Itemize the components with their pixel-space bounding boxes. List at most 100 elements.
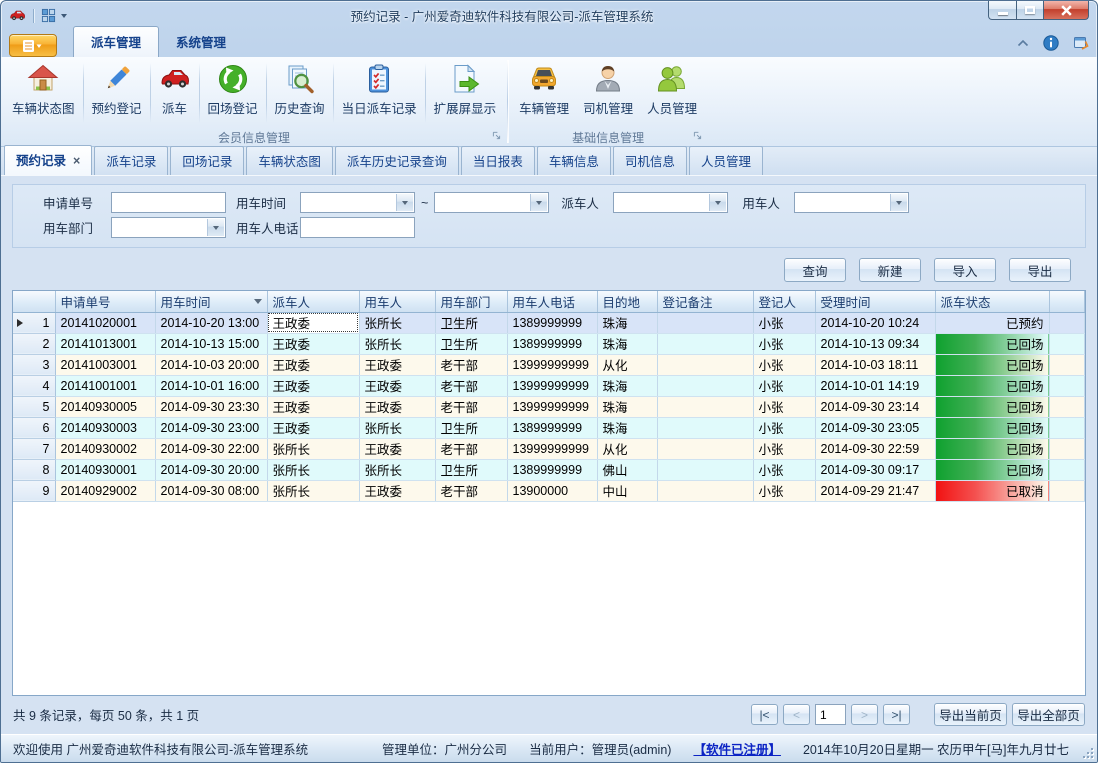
cell-status[interactable]: 已回场 [935,459,1049,480]
cell-id[interactable]: 20140930001 [55,459,155,480]
cell-dest[interactable]: 珠海 [597,375,657,396]
cell-time[interactable]: 2014-10-03 20:00 [155,354,267,375]
use-dept-combo[interactable] [111,217,226,238]
col-request-no[interactable]: 申请单号 [55,291,155,312]
table-row[interactable]: 3201410030012014-10-03 20:00王政委王政委老干部139… [13,354,1085,375]
cell-accept[interactable]: 2014-09-30 22:59 [815,438,935,459]
cell-accept[interactable]: 2014-09-30 23:05 [815,417,935,438]
cell-status[interactable]: 已取消 [935,480,1049,501]
cell-dest[interactable]: 从化 [597,438,657,459]
cell-id[interactable]: 20140930003 [55,417,155,438]
query-button[interactable]: 查询 [784,258,846,282]
col-registrar[interactable]: 登记人 [753,291,815,312]
cell-note[interactable] [657,417,753,438]
dialog-launcher-icon[interactable] [492,131,501,140]
cell-dept[interactable]: 老干部 [435,438,507,459]
cell-dest[interactable]: 珠海 [597,333,657,354]
cell-user[interactable]: 王政委 [359,354,435,375]
cell-dest[interactable]: 中山 [597,480,657,501]
cell-registrar[interactable]: 小张 [753,312,815,333]
cell-id[interactable]: 20141001001 [55,375,155,396]
cell-dispatcher[interactable]: 王政委 [267,417,359,438]
cell-phone[interactable]: 1389999999 [507,312,597,333]
return-register-button[interactable]: 回场登记 [201,60,265,128]
application-menu-button[interactable] [9,34,57,57]
cell-id[interactable]: 20141020001 [55,312,155,333]
combo-dropdown-icon[interactable] [207,219,224,236]
cell-time[interactable]: 2014-09-30 23:00 [155,417,267,438]
cell-dispatcher[interactable]: 王政委 [267,333,359,354]
cell-accept[interactable]: 2014-09-30 09:17 [815,459,935,480]
use-time-from-combo[interactable] [300,192,415,213]
cell-dept[interactable]: 老干部 [435,354,507,375]
license-registered-link[interactable]: 【软件已注册】 [693,739,781,758]
cell-id[interactable]: 20140930005 [55,396,155,417]
col-dispatch-status[interactable]: 派车状态 [935,291,1049,312]
today-dispatch-records-button[interactable]: 当日派车记录 [335,60,424,128]
cell-status[interactable]: 已回场 [935,333,1049,354]
cell-user[interactable]: 张所长 [359,333,435,354]
cell-dispatcher[interactable]: 王政委 [267,354,359,375]
next-page-button[interactable]: > [851,704,878,725]
cell-dept[interactable]: 卫生所 [435,312,507,333]
dispatch-button[interactable]: 派车 [152,60,198,128]
cell-registrar[interactable]: 小张 [753,396,815,417]
cell-note[interactable] [657,459,753,480]
col-destination[interactable]: 目的地 [597,291,657,312]
cell-accept[interactable]: 2014-10-13 09:34 [815,333,935,354]
extended-screen-button[interactable]: 扩展屏显示 [427,60,504,128]
cell-phone[interactable]: 1389999999 [507,459,597,480]
cell-time[interactable]: 2014-09-30 20:00 [155,459,267,480]
tab-reservation-records[interactable]: 预约记录× [4,145,92,175]
cell-dest[interactable]: 珠海 [597,417,657,438]
cell-dispatcher[interactable]: 王政委 [267,396,359,417]
car-user-combo[interactable] [794,192,909,213]
tab-vehicle-status-chart[interactable]: 车辆状态图 [246,146,333,175]
table-row[interactable]: 1201410200012014-10-20 13:00王政委张所长卫生所138… [13,312,1085,333]
close-button[interactable] [1044,1,1089,20]
cell-phone[interactable]: 1389999999 [507,417,597,438]
cell-accept[interactable]: 2014-09-30 23:14 [815,396,935,417]
cell-registrar[interactable]: 小张 [753,459,815,480]
col-use-time[interactable]: 用车时间 [155,291,267,312]
cell-user[interactable]: 张所长 [359,459,435,480]
cell-dept[interactable]: 老干部 [435,480,507,501]
cell-note[interactable] [657,354,753,375]
row-header[interactable]: 1 [13,312,55,333]
cell-id[interactable]: 20141003001 [55,354,155,375]
cell-user[interactable]: 王政委 [359,438,435,459]
table-row[interactable]: 2201410130012014-10-13 15:00王政委张所长卫生所138… [13,333,1085,354]
cell-time[interactable]: 2014-09-30 23:30 [155,396,267,417]
ribbon-tab-dispatch[interactable]: 派车管理 [73,26,159,57]
cell-phone[interactable]: 13999999999 [507,375,597,396]
cell-time[interactable]: 2014-09-30 08:00 [155,480,267,501]
cell-time[interactable]: 2014-10-01 16:00 [155,375,267,396]
cell-registrar[interactable]: 小张 [753,417,815,438]
combo-dropdown-icon[interactable] [890,194,907,211]
cell-dept[interactable]: 卫生所 [435,333,507,354]
table-row[interactable]: 5201409300052014-09-30 23:30王政委王政委老干部139… [13,396,1085,417]
cell-dispatcher[interactable]: 王政委 [267,375,359,396]
cell-user[interactable]: 王政委 [359,480,435,501]
dispatcher-combo[interactable] [613,192,728,213]
combo-dropdown-icon[interactable] [709,194,726,211]
cell-phone[interactable]: 1389999999 [507,333,597,354]
new-button[interactable]: 新建 [859,258,921,282]
table-row[interactable]: 9201409290022014-09-30 08:00张所长王政委老干部139… [13,480,1085,501]
col-accept-time[interactable]: 受理时间 [815,291,935,312]
cell-accept[interactable]: 2014-10-20 10:24 [815,312,935,333]
col-use-dept[interactable]: 用车部门 [435,291,507,312]
vehicle-status-chart-button[interactable]: 车辆状态图 [5,60,82,128]
col-register-note[interactable]: 登记备注 [657,291,753,312]
cell-note[interactable] [657,312,753,333]
cell-id[interactable]: 20140930002 [55,438,155,459]
first-page-button[interactable]: |< [751,704,778,725]
cell-dispatcher[interactable]: 王政委 [267,312,359,333]
cell-registrar[interactable]: 小张 [753,333,815,354]
cell-dept[interactable]: 老干部 [435,396,507,417]
cell-dept[interactable]: 老干部 [435,375,507,396]
table-row[interactable]: 4201410010012014-10-01 16:00王政委王政委老干部139… [13,375,1085,396]
page-number-input[interactable] [815,704,846,725]
col-user-phone[interactable]: 用车人电话 [507,291,597,312]
cell-phone[interactable]: 13999999999 [507,396,597,417]
